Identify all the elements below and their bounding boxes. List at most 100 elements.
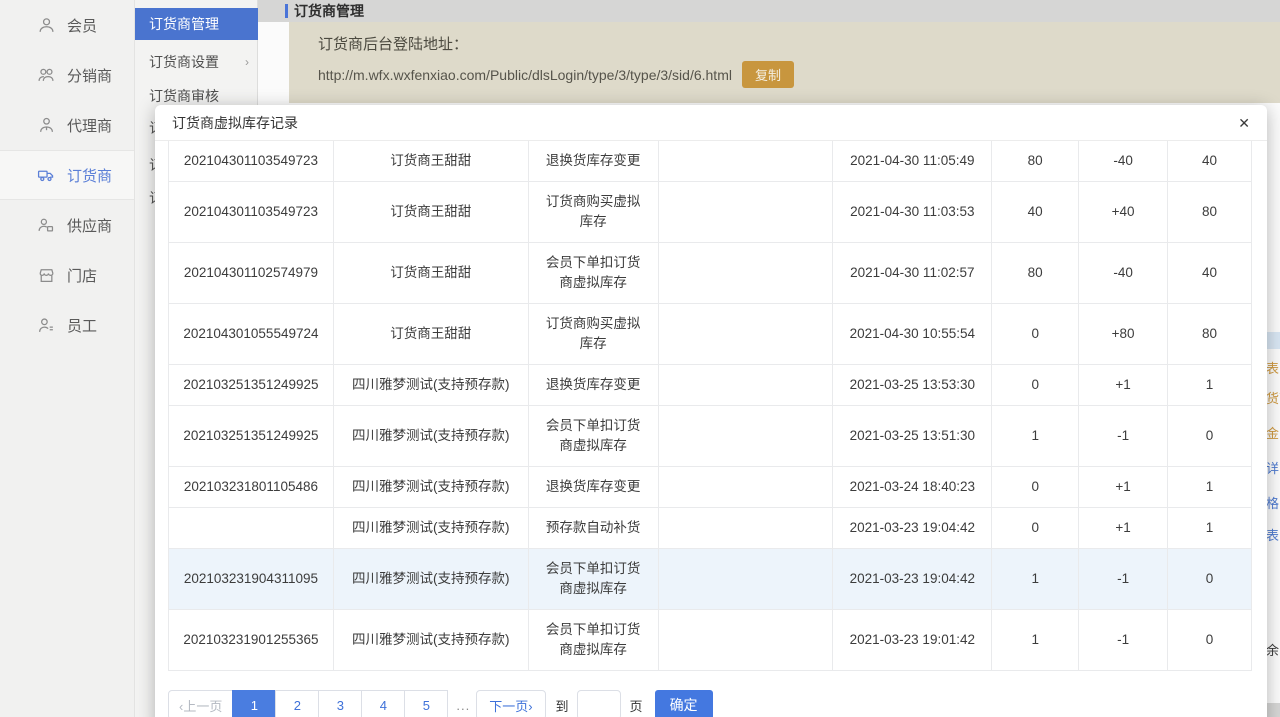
table-row[interactable]: 202103251351249925四川雅梦测试(支持预存款)退换货库存变更20… [169, 365, 1252, 406]
sidebar-item-分销商[interactable]: 分销商 [0, 50, 134, 100]
cell-time: 2021-04-30 11:03:53 [833, 182, 992, 242]
sidebar-item-label: 会员 [67, 15, 97, 36]
table-row[interactable]: 202103251351249925四川雅梦测试(支持预存款)会员下单扣订货商虚… [169, 406, 1252, 467]
prev-page-button[interactable]: ‹上一页 [168, 690, 233, 717]
table-row[interactable]: 202104301055549724订货商王甜甜订货商购买虚拟库存 2021-04… [169, 304, 1252, 365]
cell-stock-before: 0 [992, 508, 1079, 548]
cell-remark [659, 610, 834, 670]
cell-order-id: 202104301102574979 [169, 243, 334, 303]
background-text-fragment: 货商 [1266, 388, 1280, 407]
cell-remark [659, 508, 834, 548]
cell-change-type: 订货商购买虚拟库存 [529, 304, 659, 364]
page-jump-input[interactable] [577, 690, 621, 717]
page-button-1[interactable]: 1 [232, 690, 276, 717]
cell-orderer-name: 四川雅梦测试(支持预存款) [334, 508, 529, 548]
cell-time: 2021-04-30 10:55:54 [833, 304, 992, 364]
jump-to-label: 到 [556, 696, 569, 715]
submenu-item-订货商设置[interactable]: 订货商设置› [135, 46, 258, 78]
cell-orderer-name: 订货商王甜甜 [334, 182, 529, 242]
cell-stock-change: -1 [1079, 610, 1168, 670]
login-address-label: 订货商后台登陆地址： [318, 33, 468, 54]
page: 订货商管理 订货商后台登陆地址： http://m.wfx.wxfenxiao.… [0, 0, 1280, 717]
cell-remark [659, 365, 834, 405]
cell-change-type: 会员下单扣订货商虚拟库存 [529, 406, 659, 466]
modal-title: 订货商虚拟库存记录 [172, 113, 298, 133]
cell-remark [659, 549, 834, 609]
cell-stock-after: 1 [1168, 467, 1252, 507]
cell-time: 2021-03-23 19:01:42 [833, 610, 992, 670]
background-text-fragment: 表 [1266, 358, 1279, 377]
cell-stock-before: 0 [992, 304, 1079, 364]
cell-stock-after: 80 [1168, 304, 1252, 364]
cell-orderer-name: 订货商王甜甜 [334, 304, 529, 364]
cell-stock-before: 0 [992, 467, 1079, 507]
cell-remark [659, 304, 834, 364]
cell-stock-after: 40 [1168, 141, 1252, 181]
cell-change-type: 退换货库存变更 [529, 141, 659, 181]
cell-stock-before: 1 [992, 406, 1079, 466]
sidebar-item-门店[interactable]: 门店 [0, 250, 134, 300]
cell-orderer-name: 订货商王甜甜 [334, 141, 529, 181]
table-row[interactable]: 202104301102574979订货商王甜甜会员下单扣订货商虚拟库存2021… [169, 243, 1252, 304]
table-row[interactable]: 202103231801105486四川雅梦测试(支持预存款)退换货库存变更20… [169, 467, 1252, 508]
cell-time: 2021-04-30 11:02:57 [833, 243, 992, 303]
cell-change-type: 退换货库存变更 [529, 467, 659, 507]
background-table-edge: 表货商金详格表余 [1266, 103, 1280, 717]
page-button-2[interactable]: 2 [275, 690, 319, 717]
cell-stock-after: 0 [1168, 406, 1252, 466]
cell-order-id: 202104301055549724 [169, 304, 334, 364]
cell-stock-before: 0 [992, 365, 1079, 405]
confirm-button[interactable]: 确定 [655, 690, 713, 717]
sidebar-item-订货商[interactable]: 订货商 [0, 150, 134, 200]
sidebar-item-label: 员工 [67, 315, 97, 336]
cell-stock-before: 80 [992, 243, 1079, 303]
table-row[interactable]: 202104301103549723订货商王甜甜订货商购买虚拟库存2021-04… [169, 182, 1252, 243]
next-page-button[interactable]: 下一页› [476, 690, 545, 717]
cell-time: 2021-03-24 18:40:23 [833, 467, 992, 507]
member-icon [37, 16, 55, 34]
background-text-fragment: 详 [1266, 458, 1279, 477]
cell-order-id: 202103251351249925 [169, 406, 334, 466]
agent-icon [37, 116, 55, 134]
cell-orderer-name: 四川雅梦测试(支持预存款) [334, 549, 529, 609]
cell-stock-change: -40 [1079, 243, 1168, 303]
copy-button[interactable]: 复制 [742, 61, 794, 88]
table-row[interactable]: 四川雅梦测试(支持预存款)预存款自动补货 2021-03-23 19:04:420… [169, 508, 1252, 549]
staff-icon [37, 316, 55, 334]
table-row[interactable]: 202104301103549723订货商王甜甜退换货库存变更 2021-04-3… [169, 141, 1252, 182]
sidebar-item-供应商[interactable]: 供应商 [0, 200, 134, 250]
cell-time: 2021-03-23 19:04:42 [833, 549, 992, 609]
cell-change-type: 会员下单扣订货商虚拟库存 [529, 549, 659, 609]
sidebar-item-会员[interactable]: 会员 [0, 0, 134, 50]
cell-change-type: 会员下单扣订货商虚拟库存 [529, 243, 659, 303]
close-icon[interactable]: ✕ [1238, 116, 1250, 130]
cell-time: 2021-03-23 19:04:42 [833, 508, 992, 548]
title-accent-bar [285, 4, 288, 18]
submenu-item-label: 订货商管理 [149, 14, 219, 34]
content-top-strip [258, 0, 1280, 22]
sidebar-item-代理商[interactable]: 代理商 [0, 100, 134, 150]
login-address-panel: 订货商后台登陆地址： http://m.wfx.wxfenxiao.com/Pu… [289, 22, 1280, 103]
table-row[interactable]: 202103231904311095四川雅梦测试(支持预存款)会员下单扣订货商虚… [169, 549, 1252, 610]
cell-change-type: 预存款自动补货 [529, 508, 659, 548]
cell-remark [659, 406, 834, 466]
page-button-4[interactable]: 4 [361, 690, 405, 717]
cell-order-id: 202103231904311095 [169, 549, 334, 609]
page-title-block: 订货商管理 [285, 1, 364, 21]
orderer-truck-icon [37, 166, 55, 184]
table-row[interactable]: 202103231901255365四川雅梦测试(支持预存款)会员下单扣订货商虚… [169, 610, 1252, 671]
cell-stock-change: +1 [1079, 467, 1168, 507]
page-button-3[interactable]: 3 [318, 690, 362, 717]
cell-remark [659, 182, 834, 242]
cell-stock-before: 1 [992, 610, 1079, 670]
page-title: 订货商管理 [294, 1, 364, 21]
cell-time: 2021-04-30 11:05:49 [833, 141, 992, 181]
store-icon [37, 266, 55, 284]
submenu-item-订货商管理[interactable]: 订货商管理 [135, 8, 258, 40]
page-button-5[interactable]: 5 [404, 690, 448, 717]
cell-change-type: 退换货库存变更 [529, 365, 659, 405]
cell-order-id: 202104301103549723 [169, 141, 334, 181]
sidebar-item-员工[interactable]: 员工 [0, 300, 134, 350]
chevron-right-icon: › [245, 55, 249, 69]
distributor-icon [37, 66, 55, 84]
